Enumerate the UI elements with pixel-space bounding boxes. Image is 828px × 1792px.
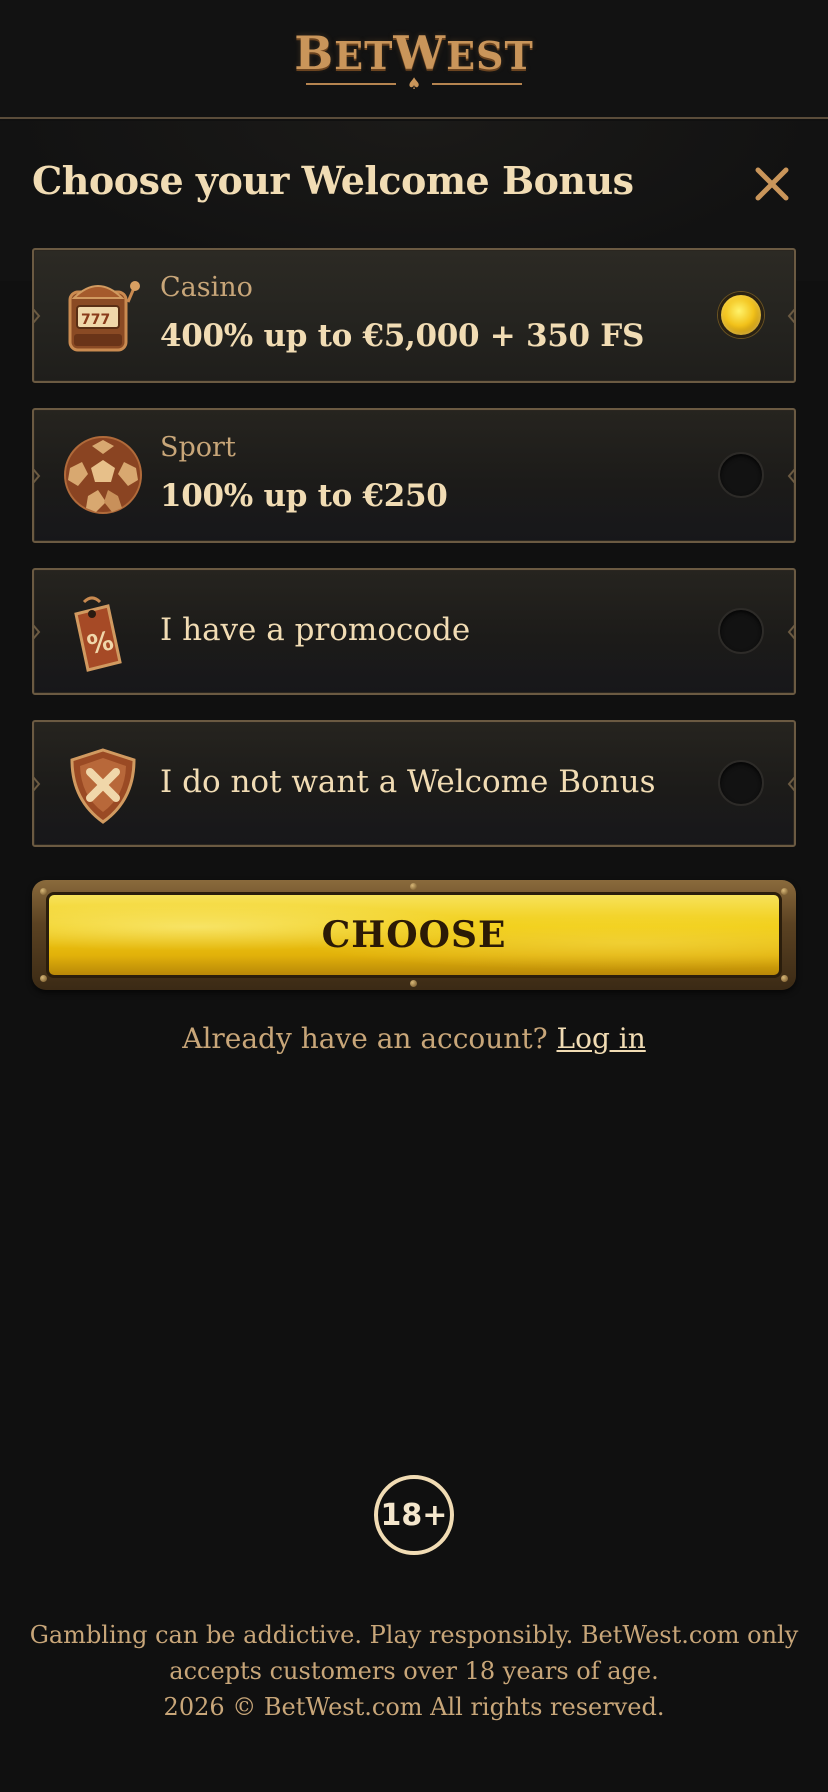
option-label: I do not want a Welcome Bonus (160, 764, 656, 800)
responsible-gambling-text: Gambling can be addictive. Play responsi… (29, 1621, 799, 1685)
option-offer-text: 400% up to €5,000 + 350 FS (160, 318, 645, 354)
bonus-option-none[interactable]: I do not want a Welcome Bonus (32, 720, 796, 847)
option-notch-right-icon (787, 468, 796, 483)
age-restriction-badge: 18+ (374, 1475, 454, 1555)
login-link[interactable]: Log in (557, 1022, 646, 1055)
close-button[interactable] (752, 164, 792, 204)
option-notch-right-icon (787, 624, 796, 639)
option-radio-selected[interactable] (718, 292, 764, 338)
option-notch-left-icon (32, 308, 41, 323)
option-radio[interactable] (718, 608, 764, 654)
rivet-decoration (781, 888, 788, 895)
option-notch-left-icon (32, 776, 41, 791)
rivet-decoration (410, 980, 417, 987)
option-radio[interactable] (718, 760, 764, 806)
choose-button-label: CHOOSE (321, 914, 507, 956)
rivet-decoration (781, 975, 788, 982)
option-notch-right-icon (787, 776, 796, 791)
logo-underline-right (432, 82, 522, 85)
modal-title: Choose your Welcome Bonus (32, 158, 634, 203)
logo-underline-left (306, 82, 396, 85)
spade-icon: ♠ (406, 73, 422, 93)
choose-button[interactable]: CHOOSE (32, 880, 796, 990)
login-prompt: Already have an account? Log in (0, 1022, 828, 1055)
close-icon (755, 167, 789, 201)
slot-machine-icon: 777 (62, 274, 144, 356)
shield-cross-icon (62, 744, 144, 826)
site-header: BETWEST ♠ (0, 0, 828, 119)
rivet-decoration (40, 888, 47, 895)
option-notch-left-icon (32, 468, 41, 483)
option-radio[interactable] (718, 452, 764, 498)
option-offer-text: 100% up to €250 (160, 478, 448, 514)
soccer-ball-icon (62, 434, 144, 516)
bonus-option-promocode[interactable]: % I have a promocode (32, 568, 796, 695)
rivet-decoration (410, 883, 417, 890)
option-category-label: Sport (160, 432, 236, 463)
option-notch-right-icon (787, 308, 796, 323)
price-tag-icon: % (62, 592, 144, 674)
option-category-label: Casino (160, 272, 253, 303)
rivet-decoration (40, 975, 47, 982)
svg-text:777: 777 (81, 312, 110, 328)
option-label: I have a promocode (160, 612, 471, 648)
logo-wordmark: BETWEST (294, 25, 534, 80)
choose-button-face: CHOOSE (46, 892, 782, 978)
betwest-logo[interactable]: BETWEST ♠ (294, 24, 534, 94)
login-prompt-text: Already have an account? (182, 1022, 548, 1055)
bonus-option-sport[interactable]: Sport 100% up to €250 (32, 408, 796, 543)
bonus-option-casino[interactable]: 777 Casino 400% up to €5,000 + 350 FS (32, 248, 796, 383)
option-notch-left-icon (32, 624, 41, 639)
copyright-text: 2026 © BetWest.com All rights reserved. (163, 1693, 665, 1721)
footer-disclaimer: Gambling can be addictive. Play responsi… (20, 1617, 808, 1725)
